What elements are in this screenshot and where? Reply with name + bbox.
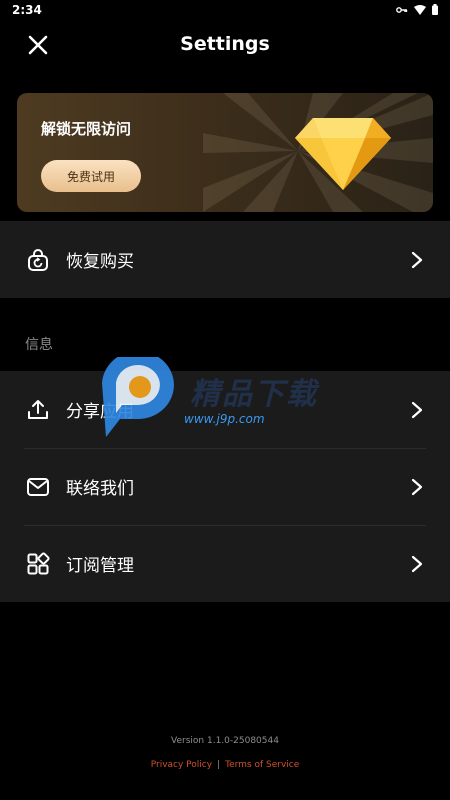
vpn-key-icon xyxy=(396,6,408,13)
restore-purchase-row[interactable]: 恢复购买 xyxy=(0,221,450,298)
page-title: Settings xyxy=(180,33,270,55)
lock-refresh-icon xyxy=(28,248,48,271)
chevron-right-icon xyxy=(411,251,423,268)
footer-separator: | xyxy=(217,760,221,770)
version-text: Version 1.1.0-25080544 xyxy=(171,736,279,746)
wifi-icon xyxy=(414,4,426,15)
footer-links: Privacy Policy | Terms of Service xyxy=(0,760,450,770)
mail-icon xyxy=(27,477,49,496)
terms-of-service-link[interactable]: Terms of Service xyxy=(225,760,299,770)
status-time: 2:34 xyxy=(12,3,42,17)
restore-purchase-label: 恢复购买 xyxy=(66,252,134,272)
privacy-policy-link[interactable]: Privacy Policy xyxy=(151,760,212,770)
upload-icon xyxy=(28,399,48,419)
contact-us-label: 联络我们 xyxy=(66,479,134,499)
diamond-icon xyxy=(295,118,391,190)
chevron-right-icon xyxy=(411,401,423,418)
watermark-logo xyxy=(102,357,174,437)
restore-group: 恢复购买 xyxy=(0,221,450,298)
free-trial-button[interactable]: 免费试用 xyxy=(41,160,141,192)
chevron-right-icon xyxy=(411,478,423,495)
header: Settings xyxy=(0,22,450,68)
status-icons xyxy=(396,4,438,15)
premium-promo-card[interactable]: 解锁无限访问 免费试用 xyxy=(17,93,433,212)
watermark-text: 精品下载 xyxy=(190,377,318,412)
subscription-management-row[interactable]: 订阅管理 xyxy=(0,525,450,602)
chevron-right-icon xyxy=(411,555,423,572)
watermark-url: www.j9p.com xyxy=(184,412,265,426)
contact-us-row[interactable]: 联络我们 xyxy=(0,448,450,525)
battery-icon xyxy=(432,4,438,15)
watermark: 精品下载 www.j9p.com xyxy=(98,357,358,443)
section-label-info: 信息 xyxy=(25,337,53,353)
subscription-management-label: 订阅管理 xyxy=(66,556,134,576)
status-bar: 2:34 xyxy=(0,0,450,22)
grid-icon xyxy=(27,551,50,574)
promo-title: 解锁无限访问 xyxy=(41,120,132,138)
